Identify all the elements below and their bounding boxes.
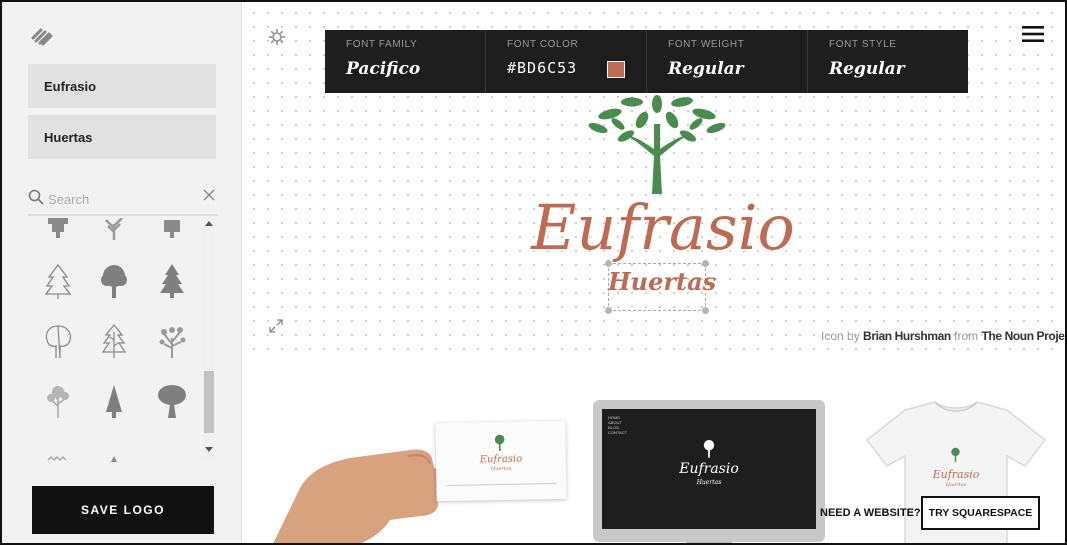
app-frame: Eufrasio Huertas Search SAVE LOGO FONT F…: [0, 0, 1067, 545]
save-logo-button[interactable]: SAVE LOGO: [32, 486, 214, 534]
gear-icon[interactable]: [268, 28, 286, 46]
monitor-title: Eufrasio: [679, 461, 739, 477]
cypress-icon[interactable]: [94, 380, 134, 422]
round-tree-icon[interactable]: [94, 260, 134, 302]
sidebar: Eufrasio Huertas Search SAVE LOGO: [2, 2, 242, 543]
logo-title-text[interactable]: Eufrasio: [522, 188, 804, 268]
monitor-screen: HOME ABOUT BLOG CONTACT Eufrasio Huertas: [602, 409, 816, 529]
font-weight-label: FONT WEIGHT: [668, 39, 745, 50]
font-color-label: FONT COLOR: [507, 39, 579, 50]
credit-middle: from: [954, 329, 979, 343]
credit-source-link[interactable]: The Noun Project: [982, 329, 1066, 343]
monitor-subtitle: Huertas: [696, 479, 722, 486]
squarespace-logo-icon[interactable]: [30, 26, 54, 46]
resize-handle-top-left[interactable]: [605, 260, 612, 267]
font-toolbar: FONT FAMILY Pacifico FONT COLOR #BD6C53 …: [325, 30, 968, 93]
icon-credit: Icon by Brian Hurshman from The Noun Pro…: [821, 329, 1066, 343]
font-family-label: FONT FAMILY: [346, 39, 418, 50]
font-family-value: Pacifico: [346, 59, 421, 79]
search-icon: [28, 189, 44, 205]
tree-icon-partial-2[interactable]: [94, 218, 134, 246]
hamburger-menu-icon[interactable]: [1022, 26, 1044, 42]
pine-outline-2-icon[interactable]: [94, 320, 134, 362]
tshirt-title: Eufrasio: [932, 468, 980, 481]
tree-logo-icon[interactable]: [582, 94, 732, 194]
logo-tagline-field[interactable]: Huertas: [28, 115, 216, 159]
leafy-tree-icon[interactable]: [152, 320, 192, 362]
logo-name-field[interactable]: Eufrasio: [28, 64, 216, 108]
try-squarespace-button[interactable]: TRY SQUARESPACE: [921, 496, 1040, 530]
card-title: Eufrasio: [479, 453, 523, 466]
oak-outline-icon[interactable]: [38, 320, 78, 362]
resize-handle-bottom-right[interactable]: [702, 307, 709, 314]
search-input[interactable]: [48, 190, 188, 208]
expand-icon[interactable]: [268, 318, 284, 334]
leafy-tree-2-icon[interactable]: [38, 380, 78, 422]
need-website-text: NEED A WEBSITE?: [820, 507, 921, 519]
font-color-value: #BD6C53: [507, 59, 578, 77]
card-details: [446, 483, 557, 489]
search-bar: [28, 186, 218, 216]
oak-tree-icon[interactable]: [152, 380, 192, 422]
tree-icon-partial-5[interactable]: [94, 440, 134, 462]
credit-prefix: Icon by: [821, 329, 860, 343]
color-swatch[interactable]: [607, 61, 625, 78]
resize-handle-bottom-left[interactable]: [605, 307, 612, 314]
monitor-mockup: HOME ABOUT BLOG CONTACT Eufrasio Huertas: [593, 400, 825, 542]
tshirt-subtitle: Huertas: [945, 482, 967, 488]
pine-outline-icon[interactable]: [38, 260, 78, 302]
logo-subtitle-text[interactable]: Huertas: [608, 267, 716, 296]
business-card-mockup: Eufrasio Huertas: [435, 420, 567, 502]
font-style-selector[interactable]: FONT STYLE Regular: [808, 30, 968, 93]
icon-grid: [28, 218, 202, 462]
icon-grid-scrollbar[interactable]: [203, 218, 215, 460]
credit-author-link[interactable]: Brian Hurshman: [863, 329, 951, 343]
font-family-selector[interactable]: FONT FAMILY Pacifico: [325, 30, 486, 93]
tree-icon-partial-4[interactable]: [38, 440, 78, 462]
tree-icon-partial-3[interactable]: [152, 218, 192, 246]
font-weight-value: Regular: [668, 59, 744, 79]
font-style-label: FONT STYLE: [829, 39, 897, 50]
scroll-down-arrow-icon[interactable]: [205, 447, 213, 452]
scroll-thumb[interactable]: [204, 371, 214, 433]
font-color-selector[interactable]: FONT COLOR #BD6C53: [486, 30, 647, 93]
font-style-value: Regular: [829, 59, 905, 79]
card-subtitle: Huertas: [490, 465, 512, 473]
monitor-tree-icon: [703, 439, 715, 458]
scroll-up-arrow-icon[interactable]: [205, 221, 213, 226]
font-weight-selector[interactable]: FONT WEIGHT Regular: [647, 30, 808, 93]
resize-handle-top-right[interactable]: [702, 260, 709, 267]
monitor-nav-contact: CONTACT: [608, 430, 628, 435]
pine-tree-icon[interactable]: [152, 260, 192, 302]
tree-icon-partial-1[interactable]: [38, 218, 78, 246]
monitor-nav: HOME ABOUT BLOG CONTACT: [608, 415, 627, 435]
close-icon[interactable]: [202, 188, 216, 202]
card-tree-icon: [494, 434, 505, 452]
